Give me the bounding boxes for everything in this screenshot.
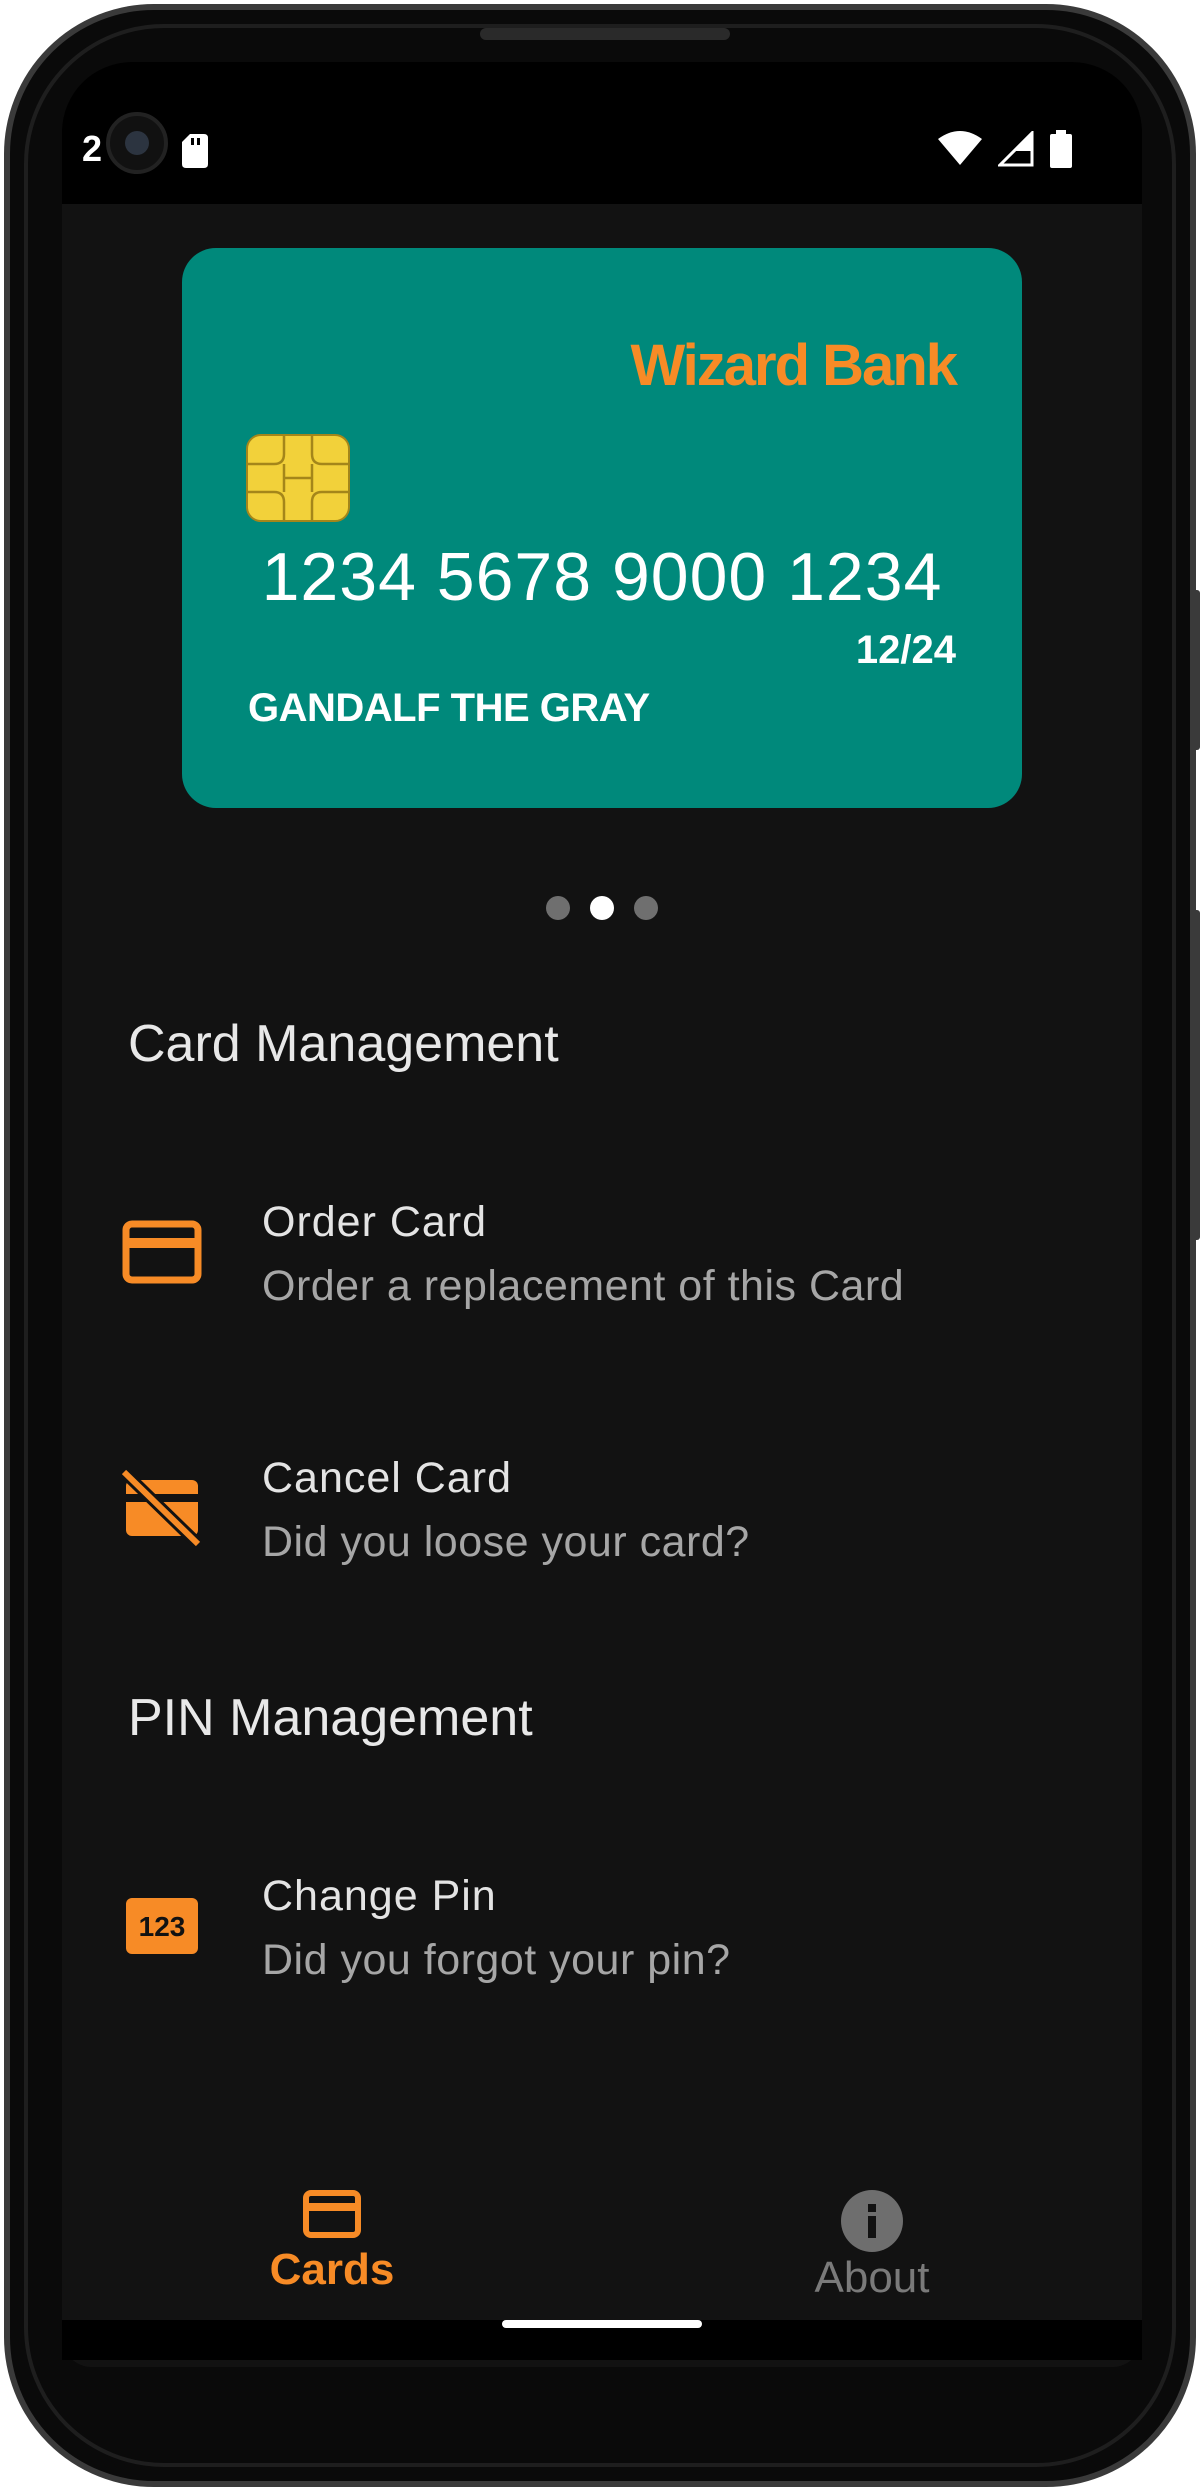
card-holder-name: GANDALF THE GRAY bbox=[248, 686, 650, 730]
signal-icon bbox=[998, 131, 1034, 167]
app-screen: 2 Wizard Bank 1234 5678 9000 1234 12/24 … bbox=[62, 62, 1142, 2367]
card-chip-icon bbox=[246, 434, 350, 522]
svg-text:123: 123 bbox=[139, 1911, 186, 1942]
nav-tab-about[interactable]: About bbox=[722, 2189, 1022, 2303]
list-item-order-card[interactable]: Order Card Order a replacement of this C… bbox=[62, 1198, 1142, 1358]
list-item-change-pin[interactable]: 123 Change Pin Did you forgot your pin? bbox=[62, 1872, 1142, 2032]
power-button bbox=[1190, 910, 1200, 1240]
card-pager-indicator bbox=[62, 896, 1142, 920]
status-icons bbox=[938, 130, 1072, 168]
bank-name: Wizard Bank bbox=[630, 333, 958, 398]
pager-dot[interactable] bbox=[634, 896, 658, 920]
card-number: 1234 5678 9000 1234 bbox=[261, 539, 943, 615]
section-title-card-management: Card Management bbox=[128, 1015, 559, 1073]
item-title: Cancel Card bbox=[262, 1454, 512, 1502]
pin-123-icon: 123 bbox=[126, 1898, 198, 1954]
volume-button bbox=[1190, 590, 1200, 750]
credit-card-icon bbox=[303, 2190, 361, 2238]
item-title: Change Pin bbox=[262, 1872, 497, 1920]
list-item-cancel-card[interactable]: Cancel Card Did you loose your card? bbox=[62, 1454, 1142, 1614]
section-title-pin-management: PIN Management bbox=[128, 1689, 533, 1747]
pager-dot-active[interactable] bbox=[590, 896, 614, 920]
credit-card-off-icon bbox=[122, 1468, 202, 1548]
status-bar: 2 bbox=[62, 62, 1142, 204]
item-subtitle: Did you loose your card? bbox=[262, 1518, 750, 1566]
credit-card-icon bbox=[122, 1220, 202, 1284]
wifi-icon bbox=[938, 131, 982, 165]
credit-card[interactable]: Wizard Bank 1234 5678 9000 1234 12/24 GA… bbox=[182, 248, 1022, 808]
front-camera bbox=[106, 112, 168, 174]
home-indicator[interactable] bbox=[502, 2320, 702, 2328]
earpiece-speaker bbox=[480, 28, 730, 40]
item-title: Order Card bbox=[262, 1198, 488, 1246]
nav-tab-cards[interactable]: Cards bbox=[182, 2189, 482, 2295]
nav-tab-label: About bbox=[814, 2253, 930, 2302]
item-subtitle: Order a replacement of this Card bbox=[262, 1262, 905, 1310]
sd-card-icon bbox=[182, 134, 208, 168]
info-icon bbox=[841, 2190, 903, 2252]
nav-tab-label: Cards bbox=[269, 2245, 395, 2294]
card-expiry: 12/24 bbox=[855, 628, 956, 672]
pager-dot[interactable] bbox=[546, 896, 570, 920]
battery-icon bbox=[1050, 130, 1072, 168]
item-subtitle: Did you forgot your pin? bbox=[262, 1936, 731, 1984]
status-time: 2 bbox=[82, 128, 103, 169]
